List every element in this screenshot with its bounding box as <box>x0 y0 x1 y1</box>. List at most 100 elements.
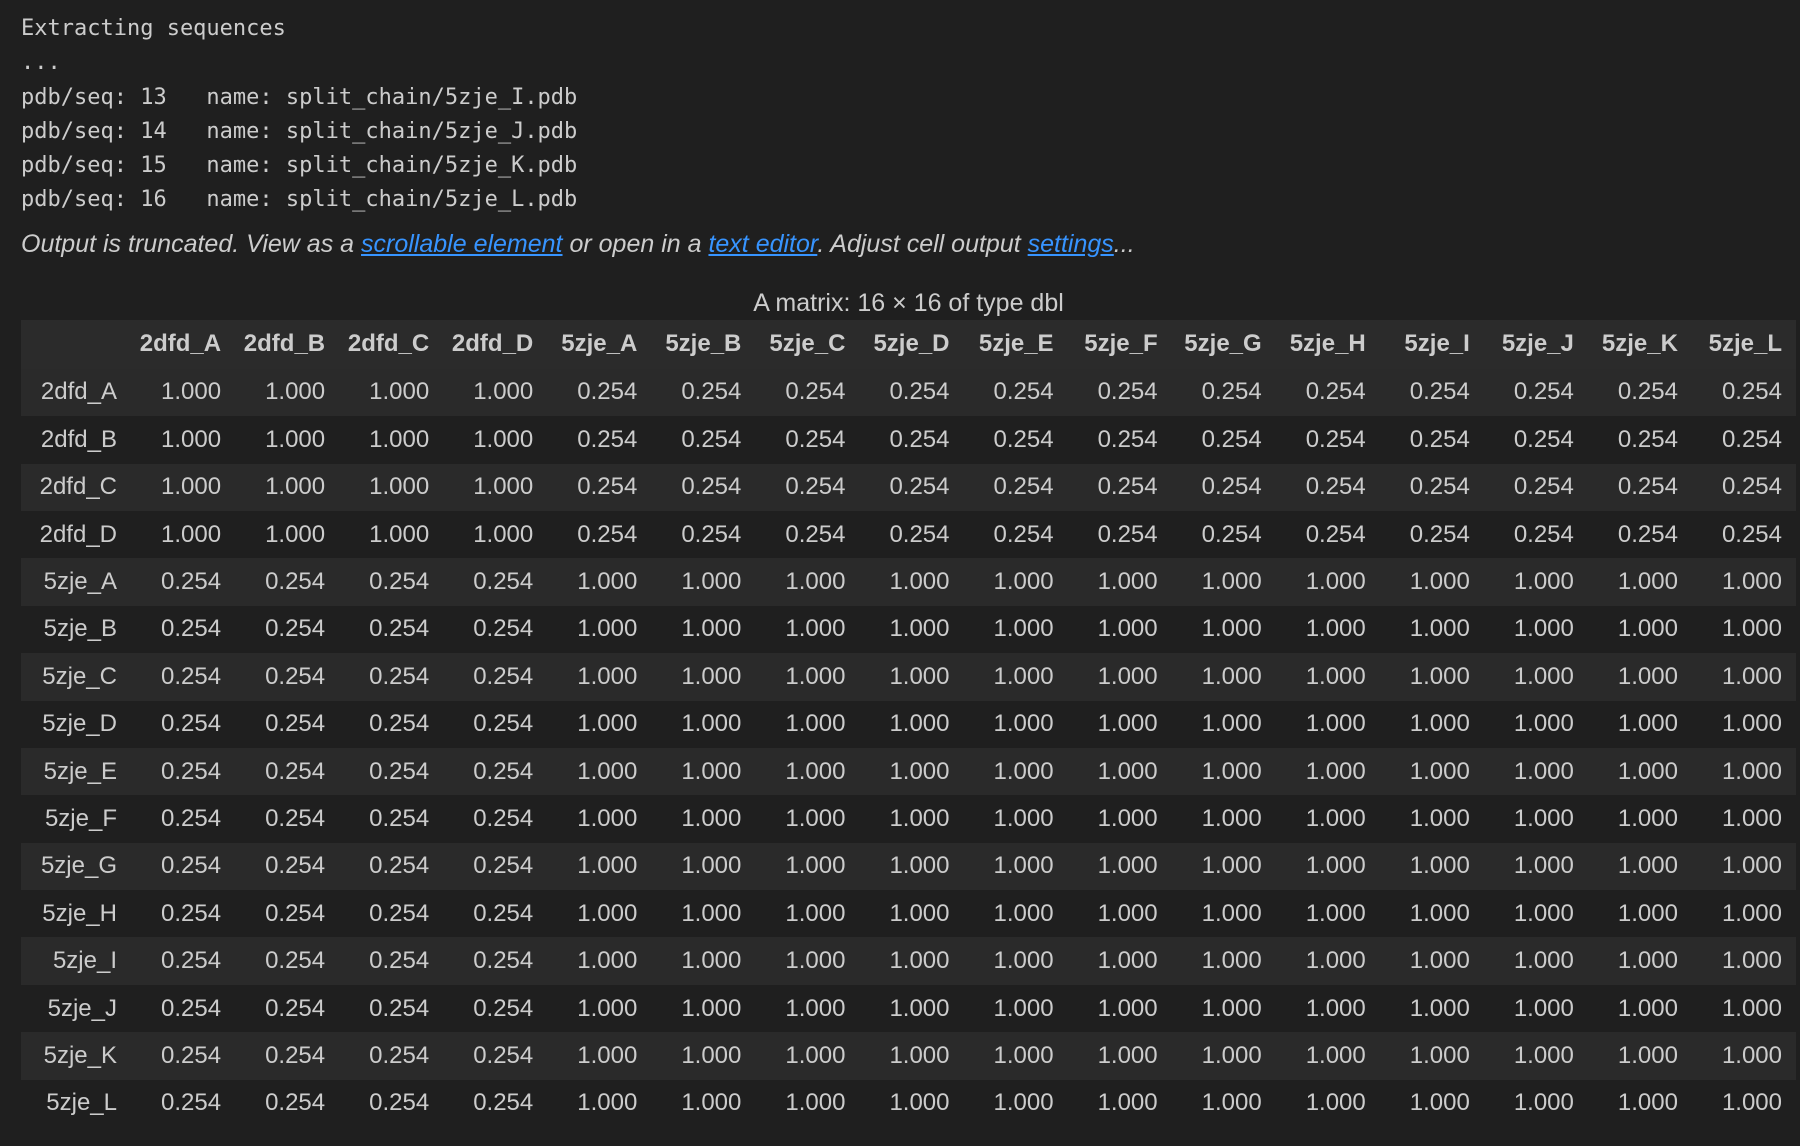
matrix-cell: 1.000 <box>1409 710 1470 738</box>
matrix-cell: 1.000 <box>577 994 638 1022</box>
matrix-cell: 1.000 <box>785 1089 846 1117</box>
matrix-cell: 1.000 <box>1201 852 1262 880</box>
matrix-cell: 1.000 <box>1305 899 1366 927</box>
matrix-cell: 1.000 <box>1201 615 1262 643</box>
matrix-column-header: 5zje_K <box>1601 330 1678 358</box>
matrix-column-header: 5zje_G <box>1184 330 1262 358</box>
matrix-cell: 1.000 <box>1721 1089 1782 1117</box>
matrix-cell: 0.254 <box>161 1041 222 1069</box>
matrix-cell: 1.000 <box>993 852 1054 880</box>
matrix-cell: 0.254 <box>369 899 430 927</box>
matrix-cell: 0.254 <box>161 615 222 643</box>
matrix-cell: 0.254 <box>577 473 638 501</box>
matrix-cell: 0.254 <box>681 378 742 406</box>
matrix-row-header: 5zje_F <box>44 804 117 832</box>
matrix-cell: 0.254 <box>265 852 326 880</box>
console-output: Extracting sequences ... pdb/seq: 13 nam… <box>21 12 1800 218</box>
matrix-cell: 0.254 <box>265 994 326 1022</box>
matrix-cell: 1.000 <box>1409 804 1470 832</box>
matrix-cell: 1.000 <box>889 615 950 643</box>
matrix-cell: 0.254 <box>1513 473 1574 501</box>
matrix-cell: 0.254 <box>1721 378 1782 406</box>
matrix-cell: 1.000 <box>1097 947 1158 975</box>
matrix-cell: 1.000 <box>1201 662 1262 690</box>
scrollable-element-link[interactable]: scrollable element <box>361 230 563 258</box>
matrix-cell: 1.000 <box>1409 615 1470 643</box>
matrix-cell: 1.000 <box>785 757 846 785</box>
matrix-cell: 1.000 <box>1305 994 1366 1022</box>
matrix-cell: 1.000 <box>1201 710 1262 738</box>
matrix-cell: 1.000 <box>785 994 846 1022</box>
matrix-cell: 0.254 <box>369 947 430 975</box>
matrix-cell: 1.000 <box>1513 804 1574 832</box>
matrix-cell: 0.254 <box>473 710 534 738</box>
matrix-cell: 1.000 <box>1617 710 1678 738</box>
matrix-row: 2dfd_C 1.000 1.000 1.000 1.000 0.254 0.254 0.25… <box>21 463 1796 511</box>
matrix-cell: 1.000 <box>1617 1089 1678 1117</box>
matrix-cell: 1.000 <box>785 804 846 832</box>
matrix-cell: 1.000 <box>1305 710 1366 738</box>
matrix-row-header: 5zje_B <box>43 615 117 643</box>
matrix-cell: 0.254 <box>369 615 430 643</box>
matrix-cell: 0.254 <box>265 899 326 927</box>
matrix-cell: 1.000 <box>161 473 222 501</box>
matrix-cell: 1.000 <box>577 899 638 927</box>
matrix-cell: 1.000 <box>577 757 638 785</box>
matrix-cell: 1.000 <box>1721 710 1782 738</box>
matrix-cell: 1.000 <box>161 378 222 406</box>
matrix-cell: 1.000 <box>577 662 638 690</box>
matrix-cell: 1.000 <box>369 473 430 501</box>
matrix-row-header: 5zje_G <box>40 852 117 880</box>
matrix-row-header: 5zje_C <box>42 662 117 690</box>
matrix-cell: 1.000 <box>993 662 1054 690</box>
matrix-cell: 0.254 <box>785 520 846 548</box>
matrix-cell: 0.254 <box>369 994 430 1022</box>
matrix-row-header: 5zje_K <box>43 1041 117 1069</box>
matrix-cell: 1.000 <box>577 710 638 738</box>
matrix-cell: 0.254 <box>1201 520 1262 548</box>
matrix-cell: 1.000 <box>1097 852 1158 880</box>
settings-link[interactable]: settings <box>1028 230 1114 258</box>
matrix-cell: 1.000 <box>577 1089 638 1117</box>
matrix-cell: 1.000 <box>1617 804 1678 832</box>
matrix-cell: 1.000 <box>1201 1041 1262 1069</box>
matrix-cell: 0.254 <box>265 947 326 975</box>
matrix-row-header: 5zje_A <box>43 568 117 596</box>
matrix-cell: 1.000 <box>1097 994 1158 1022</box>
matrix-cell: 1.000 <box>889 899 950 927</box>
matrix-row: 5zje_E 0.254 0.254 0.254 0.254 1.000 1.000 1.00… <box>21 747 1796 796</box>
truncation-suffix: ... <box>1113 229 1135 258</box>
matrix-cell: 1.000 <box>1409 1089 1470 1117</box>
matrix-cell: 1.000 <box>889 994 950 1022</box>
matrix-cell: 0.254 <box>1201 473 1262 501</box>
matrix-cell: 1.000 <box>1617 615 1678 643</box>
matrix-cell: 1.000 <box>681 994 742 1022</box>
matrix-cell: 0.254 <box>1305 425 1366 453</box>
matrix-cell: 0.254 <box>265 757 326 785</box>
matrix-cell: 1.000 <box>1617 662 1678 690</box>
matrix-cell: 0.254 <box>1305 520 1366 548</box>
matrix-cell: 1.000 <box>1721 662 1782 690</box>
matrix-cell: 0.254 <box>265 1041 326 1069</box>
matrix-cell: 1.000 <box>1305 757 1366 785</box>
matrix-cell: 1.000 <box>681 852 742 880</box>
matrix-cell: 1.000 <box>1305 1041 1366 1069</box>
matrix-row-header: 5zje_J <box>47 994 117 1022</box>
matrix-row: 2dfd_A 1.000 1.000 1.000 1.000 0.254 0.254 0.25… <box>21 368 1796 417</box>
matrix-cell: 1.000 <box>785 852 846 880</box>
matrix-column-header: 5zje_L <box>1708 330 1782 358</box>
matrix-cell: 0.254 <box>1409 378 1470 406</box>
matrix-column-header: 5zje_D <box>873 330 950 358</box>
matrix-cell: 0.254 <box>577 425 638 453</box>
matrix-cell: 1.000 <box>1409 994 1470 1022</box>
matrix-cell: 0.254 <box>993 473 1054 501</box>
matrix-cell: 0.254 <box>993 425 1054 453</box>
matrix-cell: 0.254 <box>577 378 638 406</box>
matrix-cell: 0.254 <box>473 568 534 596</box>
matrix-row: 5zje_L 0.254 0.254 0.254 0.254 1.000 1.000 1.00… <box>21 1079 1796 1128</box>
text-editor-link[interactable]: text editor <box>708 230 817 258</box>
matrix-cell: 1.000 <box>681 710 742 738</box>
console-line: pdb/seq: 14 name: split_chain/5zje_J.pdb <box>21 118 578 144</box>
matrix-row: 5zje_H 0.254 0.254 0.254 0.254 1.000 1.000 1.00… <box>21 890 1796 938</box>
matrix-row-header: 2dfd_D <box>39 520 117 548</box>
